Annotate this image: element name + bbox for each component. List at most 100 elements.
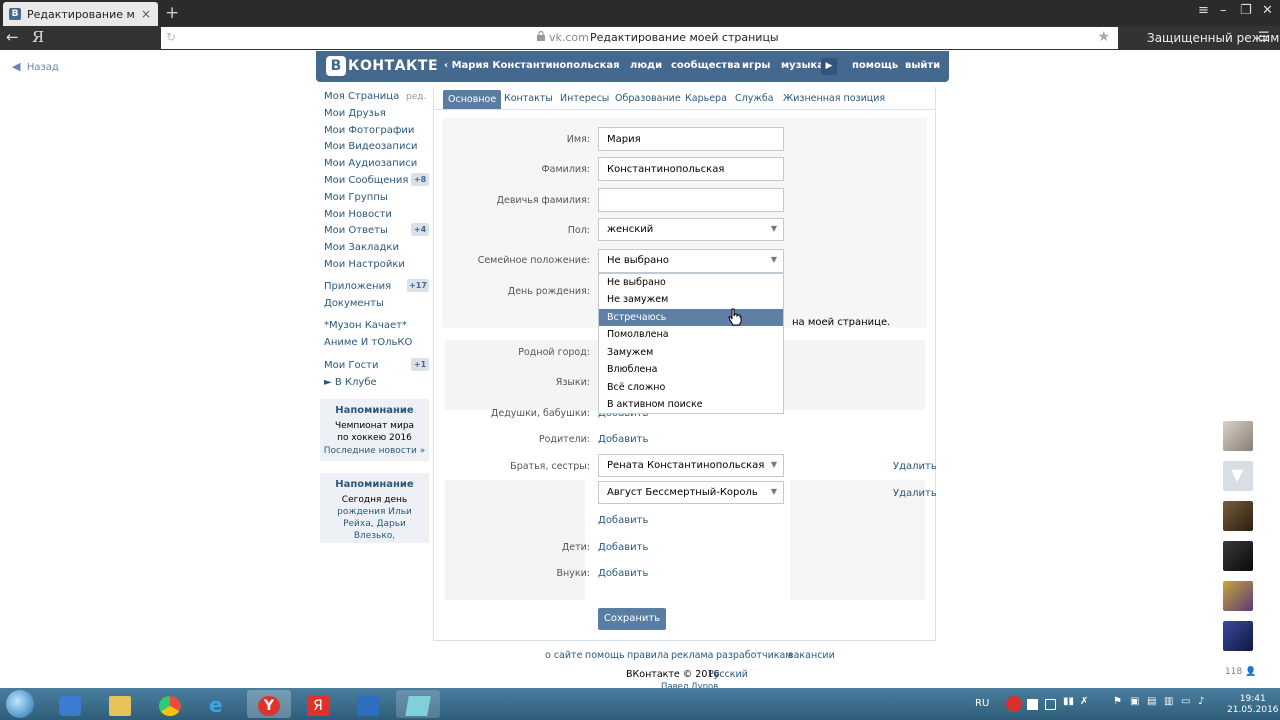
volume-icon[interactable]: ♪ [1198, 696, 1209, 707]
battery-icon[interactable]: ▭ [1181, 696, 1192, 707]
close-icon[interactable]: × [141, 7, 151, 21]
taskbar-yandex-browser[interactable]: Y [247, 690, 291, 718]
dropdown-option[interactable]: Влюблена [599, 361, 783, 378]
menu-apps[interactable]: Приложения [324, 281, 391, 292]
stop-icon[interactable] [1027, 699, 1038, 710]
friend-avatar[interactable]: ▼ [1223, 461, 1253, 491]
friend-avatar[interactable] [1223, 581, 1253, 611]
friend-avatar[interactable] [1223, 541, 1253, 571]
guests-badge[interactable]: +1 [411, 358, 429, 371]
tab-interests[interactable]: Интересы [560, 93, 609, 104]
first-name-field[interactable]: Мария [598, 127, 784, 151]
back-link[interactable]: ◀ Назад [12, 60, 59, 73]
crossed-tool-icon[interactable]: ✗ [1080, 696, 1091, 707]
friend-avatar[interactable] [1223, 621, 1253, 651]
sibling-select[interactable]: Август Бессмертный-Король ▼ [598, 481, 784, 504]
dropdown-option[interactable]: Помолвлена [599, 326, 783, 343]
sibling-select[interactable]: Рената Константинопольская ▼ [598, 454, 784, 477]
menu-news[interactable]: Мои Новости [324, 209, 392, 220]
taskbar-yandex[interactable]: Я [296, 690, 340, 718]
menu-icon[interactable]: ≡ [1198, 3, 1209, 18]
add-grandchild-link[interactable]: Добавить [598, 568, 648, 579]
footer-help[interactable]: помощь [585, 650, 625, 661]
online-count[interactable]: 118 👤 [1225, 667, 1256, 677]
add-parent-link[interactable]: Добавить [598, 434, 648, 445]
latest-news-link[interactable]: Последние новости » [323, 446, 426, 456]
taskbar-app[interactable] [346, 690, 390, 718]
pause-icon[interactable]: ▮▮ [1063, 696, 1074, 707]
vk-logo[interactable]: В КОНТАКТЕ [326, 56, 438, 76]
menu-answers[interactable]: Мои Ответы [324, 225, 388, 236]
url-field[interactable]: ↻ vk.com Редактирование моей страницы ★ [161, 27, 1118, 49]
tab-education[interactable]: Образование [615, 93, 681, 104]
flag-icon[interactable]: ⚑ [1113, 696, 1124, 707]
new-tab-button[interactable]: + [165, 3, 179, 23]
tray-app-icon[interactable]: ▤ [1147, 696, 1158, 707]
menu-my-page[interactable]: Моя Страница [324, 91, 399, 102]
menu-groups[interactable]: Мои Группы [324, 192, 388, 203]
friend-avatar[interactable] [1223, 421, 1253, 451]
footer-about[interactable]: о сайте [545, 650, 582, 661]
menu-videos[interactable]: Мои Видеозаписи [324, 141, 417, 152]
maiden-name-field[interactable] [598, 188, 784, 212]
taskbar-app-active[interactable] [396, 690, 440, 718]
friend-avatar[interactable] [1223, 501, 1253, 531]
remove-sibling-link[interactable]: Удалить [893, 488, 937, 499]
dropdown-option[interactable]: Не выбрано [599, 274, 783, 291]
menu-guests[interactable]: Мои Гости [324, 360, 378, 371]
menu-settings[interactable]: Мои Настройки [324, 259, 405, 270]
taskbar-explorer[interactable] [98, 690, 142, 718]
taskbar-ie[interactable]: e [198, 690, 242, 718]
yandex-button[interactable]: Я [32, 28, 44, 46]
dropdown-option-highlighted[interactable]: Встречаюсь [599, 309, 783, 326]
menu-friends[interactable]: Мои Друзья [324, 108, 386, 119]
menu-group-muzon[interactable]: *Музон Качает* [324, 320, 407, 331]
add-sibling-link[interactable]: Добавить [598, 515, 648, 526]
network-icon[interactable]: ▥ [1164, 696, 1175, 707]
gender-select[interactable]: женский ▼ [598, 218, 784, 241]
remove-sibling-link[interactable]: Удалить [893, 461, 937, 472]
menu-club[interactable]: ► В Клубе [324, 377, 377, 388]
minimize-icon[interactable]: – [1220, 3, 1227, 18]
nav-music[interactable]: музыка [781, 60, 824, 71]
taskbar-chrome[interactable] [148, 690, 192, 718]
language-indicator[interactable]: RU [975, 698, 989, 709]
nav-communities[interactable]: сообщества [671, 60, 740, 71]
dropdown-option[interactable]: Всё сложно [599, 379, 783, 396]
tab-life-position[interactable]: Жизненная позиция [783, 93, 885, 104]
menu-edit-link[interactable]: ред. [406, 92, 426, 102]
menu-photos[interactable]: Мои Фотографии [324, 125, 414, 136]
start-button[interactable] [6, 690, 34, 718]
record-icon[interactable] [1006, 696, 1022, 712]
browser-menu-icon[interactable]: ☰ [1258, 30, 1270, 45]
reminder-body-line[interactable]: Рейха, Дарьи [323, 518, 426, 530]
tab-contacts[interactable]: Контакты [504, 93, 553, 104]
menu-messages[interactable]: Мои Сообщения [324, 175, 408, 186]
reminder-body-line[interactable]: Влезько, [323, 530, 426, 542]
menu-group-anime[interactable]: Аниме И тОльКО [324, 337, 412, 348]
last-name-field[interactable]: Константинопольская [598, 157, 784, 181]
menu-bookmarks[interactable]: Мои Закладки [324, 242, 399, 253]
footer-ads[interactable]: реклама [671, 650, 714, 661]
reload-icon[interactable]: ↻ [166, 30, 176, 44]
dropdown-option[interactable]: Не замужем [599, 291, 783, 308]
maximize-icon[interactable]: ❐ [1240, 3, 1252, 18]
footer-language[interactable]: Русский [708, 669, 748, 680]
tab-career[interactable]: Карьера [685, 93, 727, 104]
nav-games[interactable]: игры [742, 60, 770, 71]
taskbar-media-player[interactable] [48, 690, 92, 718]
clock[interactable]: 19:41 21.05.2016 [1227, 694, 1279, 716]
browser-tab[interactable]: В Редактирование моей с × [3, 2, 158, 26]
nav-people[interactable]: люди [630, 60, 662, 71]
play-icon[interactable]: ▶ [821, 58, 837, 75]
window-close-icon[interactable]: ✕ [1262, 3, 1273, 18]
footer-developers[interactable]: разработчикам [716, 650, 792, 661]
tray-app-icon[interactable]: ▣ [1130, 696, 1141, 707]
footer-rules[interactable]: правила [627, 650, 669, 661]
add-child-link[interactable]: Добавить [598, 542, 648, 553]
tab-service[interactable]: Служба [735, 93, 774, 104]
reminder-body-line[interactable]: рождения Ильи [323, 506, 426, 518]
menu-audio[interactable]: Мои Аудиозаписи [324, 158, 417, 169]
tab-basic[interactable]: Основное [443, 90, 502, 109]
back-arrow-icon[interactable]: ← [6, 28, 19, 46]
